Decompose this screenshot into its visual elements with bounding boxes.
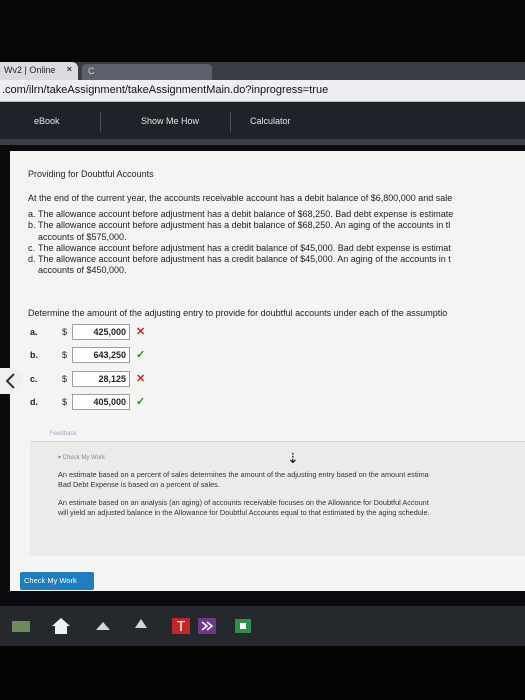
feedback-heading: Feedback bbox=[50, 431, 77, 437]
correct-icon: ✓ bbox=[136, 349, 146, 361]
incorrect-icon: ✕ bbox=[136, 373, 146, 385]
assumption-item: d. The allowance account before adjustme… bbox=[28, 254, 451, 265]
arrow-icon[interactable] bbox=[92, 616, 114, 636]
answer-input-a[interactable]: 425,000 bbox=[72, 324, 130, 340]
toolbar-divider bbox=[100, 112, 101, 132]
assumption-item-cont: accounts of $575,000. bbox=[38, 231, 127, 242]
taskbar: T bbox=[0, 606, 525, 646]
feedback-paragraph-1: An estimate based on a percent of sales … bbox=[58, 470, 429, 489]
url-text[interactable]: .com/ilrn/takeAssignment/takeAssignmentM… bbox=[2, 84, 328, 96]
incorrect-icon: ✕ bbox=[136, 326, 146, 338]
correct-icon: ✓ bbox=[136, 396, 146, 408]
assumption-list: a. The allowance account before adjustme… bbox=[28, 209, 525, 277]
screen-bezel-bottom bbox=[0, 646, 525, 700]
assumption-item-cont: accounts of $450,000. bbox=[38, 265, 127, 276]
answer-input-d[interactable]: 405,000 bbox=[72, 394, 130, 410]
answer-row-d: d. $ 405,000 ✓ bbox=[30, 394, 146, 410]
browser-tab-active[interactable]: Wv2 | Online × bbox=[0, 62, 78, 80]
forward-app-icon[interactable] bbox=[196, 616, 218, 636]
screen-bezel-top bbox=[0, 0, 525, 62]
assumption-item: a. The allowance account before adjustme… bbox=[28, 209, 454, 219]
mouse-cursor-icon: ⇣ bbox=[287, 450, 299, 466]
answer-row-a: a. $ 425,000 ✕ bbox=[30, 324, 146, 340]
up-arrow-icon[interactable] bbox=[130, 616, 152, 636]
assumption-item: b. The allowance account before adjustme… bbox=[28, 220, 451, 231]
home-icon[interactable] bbox=[50, 616, 72, 636]
address-bar[interactable]: .com/ilrn/takeAssignment/takeAssignmentM… bbox=[0, 80, 525, 102]
keyboard-icon[interactable] bbox=[10, 616, 32, 636]
toolbar-divider bbox=[230, 112, 231, 132]
assignment-content: Providing for Doubtful Accounts At the e… bbox=[10, 151, 525, 591]
answer-input-b[interactable]: 643,250 bbox=[72, 347, 130, 363]
show-me-how-button[interactable]: Show Me How bbox=[141, 116, 199, 126]
problem-intro: At the end of the current year, the acco… bbox=[28, 193, 453, 203]
answer-input-c[interactable]: 28,125 bbox=[72, 371, 130, 387]
assignment-toolbar: eBook Show Me How Calculator bbox=[0, 102, 525, 145]
store-icon[interactable] bbox=[232, 616, 254, 636]
feedback-paragraph-2: An estimate based on an analysis (an agi… bbox=[58, 498, 430, 517]
feedback-panel: ▾ Check My Work An estimate based on a p… bbox=[30, 441, 525, 556]
ebook-button[interactable]: eBook bbox=[34, 116, 60, 126]
tab2-label: C bbox=[88, 66, 95, 76]
check-my-work-button[interactable]: Check My Work bbox=[20, 572, 94, 590]
problem-title: Providing for Doubtful Accounts bbox=[28, 169, 154, 179]
svg-text:T: T bbox=[176, 620, 185, 635]
browser-tab-inactive[interactable]: C bbox=[82, 64, 212, 80]
browser-tab-bar: Wv2 | Online × C bbox=[0, 62, 525, 80]
answer-row-b: b. $ 643,250 ✓ bbox=[30, 347, 146, 363]
question-prompt: Determine the amount of the adjusting en… bbox=[28, 308, 448, 318]
assumption-item: c. The allowance account before adjustme… bbox=[28, 242, 451, 253]
check-my-work-toggle[interactable]: ▾ Check My Work bbox=[58, 454, 105, 461]
tab-title: Wv2 | Online bbox=[4, 65, 56, 75]
calculator-button[interactable]: Calculator bbox=[250, 116, 291, 126]
answer-row-c: c. $ 28,125 ✕ bbox=[30, 371, 146, 387]
close-tab-icon[interactable]: × bbox=[67, 64, 72, 74]
text-tool-icon[interactable]: T bbox=[170, 616, 192, 636]
